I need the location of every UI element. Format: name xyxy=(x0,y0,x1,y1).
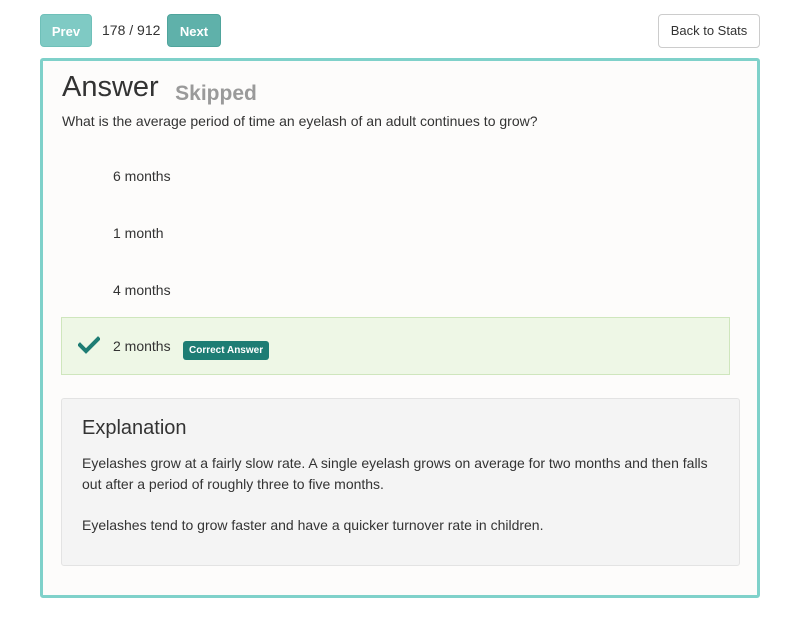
option-item-correct: 2 months Correct Answer xyxy=(61,317,730,375)
option-item: 1 month xyxy=(61,204,730,262)
answer-card: Answer Skipped What is the average perio… xyxy=(40,58,760,598)
explanation-paragraph: Eyelashes tend to grow faster and have a… xyxy=(82,517,544,533)
option-label: 2 months xyxy=(113,338,171,354)
answer-status: Skipped xyxy=(175,82,257,105)
option-item: 4 months xyxy=(61,261,730,319)
back-to-stats-button[interactable]: Back to Stats xyxy=(658,14,760,48)
top-navigation: Prev 178 / 912 Next Back to Stats xyxy=(0,0,800,58)
explanation-paragraph: Eyelashes grow at a fairly slow rate. A … xyxy=(82,455,708,492)
question-counter: 178 / 912 xyxy=(102,22,161,38)
correct-answer-badge: Correct Answer xyxy=(183,341,270,360)
answer-header: Answer Skipped xyxy=(62,71,257,105)
option-item: 6 months xyxy=(61,147,730,205)
question-text: What is the average period of time an ey… xyxy=(62,113,538,129)
checkmark-icon xyxy=(78,336,100,354)
explanation-panel: Explanation Eyelashes grow at a fairly s… xyxy=(61,398,740,566)
option-label: 6 months xyxy=(113,168,171,184)
option-label: 4 months xyxy=(113,282,171,298)
next-button[interactable]: Next xyxy=(167,14,221,47)
answer-title: Answer xyxy=(62,71,159,103)
option-label: 1 month xyxy=(113,225,164,241)
prev-button[interactable]: Prev xyxy=(40,14,92,47)
explanation-title: Explanation xyxy=(82,417,187,439)
